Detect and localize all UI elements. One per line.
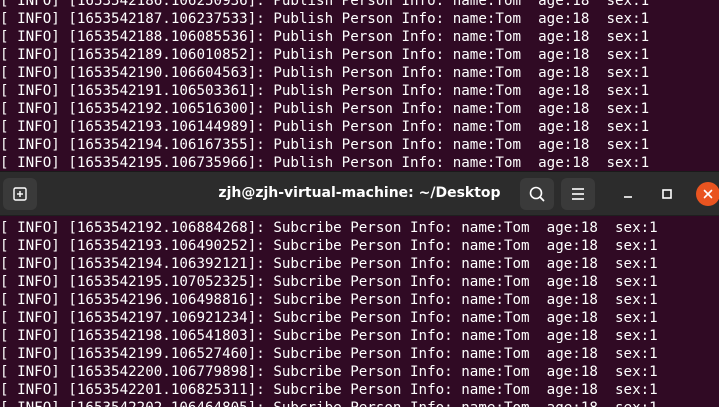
log-line: [ INFO] [1653542193.106144989]: Publish … [0,119,650,135]
screen: [ INFO] [1653542186.106250936]: Publish … [0,0,719,407]
publisher-terminal-output[interactable]: [ INFO] [1653542186.106250936]: Publish … [0,0,719,171]
close-button[interactable] [696,182,719,206]
menu-button[interactable] [561,178,595,210]
log-line: [ INFO] [1653542191.106503361]: Publish … [0,83,650,99]
window-title: zjh@zjh-virtual-machine: ~/Desktop [218,185,501,201]
log-line: [ INFO] [1653542188.106085536]: Publish … [0,29,650,45]
log-line: [ INFO] [1653542192.106516300]: Publish … [0,101,650,117]
log-line: [ INFO] [1653542200.106779898]: Subcribe… [0,364,658,380]
new-tab-icon [13,187,27,201]
log-line: [ INFO] [1653542202.106464805]: Subcribe… [0,399,658,407]
log-line: [ INFO] [1653542195.107052325]: Subcribe… [0,274,658,290]
log-line: [ INFO] [1653542186.106250936]: Publish … [0,0,650,9]
log-line: [ INFO] [1653542194.106392121]: Subcribe… [0,256,658,272]
close-icon [703,189,713,199]
log-line: [ INFO] [1653542197.106921234]: Subcribe… [0,310,658,326]
new-tab-button[interactable] [3,178,37,210]
log-line: [ INFO] [1653542189.106010852]: Publish … [0,47,650,63]
maximize-icon [662,189,672,199]
log-line: [ INFO] [1653542201.106825311]: Subcribe… [0,382,658,398]
log-line: [ INFO] [1653542196.106498816]: Subcribe… [0,292,658,308]
subscriber-terminal-output[interactable]: [ INFO] [1653542192.106884268]: Subcribe… [0,216,719,407]
log-line: [ INFO] [1653542192.106884268]: Subcribe… [0,220,658,236]
log-line: [ INFO] [1653542198.106541803]: Subcribe… [0,328,658,344]
minimize-icon [624,196,632,198]
log-line: [ INFO] [1653542194.106167355]: Publish … [0,137,650,153]
maximize-button[interactable] [655,182,679,206]
search-button[interactable] [520,178,554,210]
log-line: [ INFO] [1653542187.106237533]: Publish … [0,11,650,27]
log-line: [ INFO] [1653542199.106527460]: Subcribe… [0,346,658,362]
log-line: [ INFO] [1653542190.106604563]: Publish … [0,65,650,81]
minimize-button[interactable] [616,182,640,206]
terminal-titlebar[interactable]: zjh@zjh-virtual-machine: ~/Desktop [0,171,719,216]
log-line: [ INFO] [1653542193.106490252]: Subcribe… [0,238,658,254]
hamburger-menu-icon [572,188,584,200]
log-line: [ INFO] [1653542195.106735966]: Publish … [0,155,650,171]
search-icon [529,186,545,202]
